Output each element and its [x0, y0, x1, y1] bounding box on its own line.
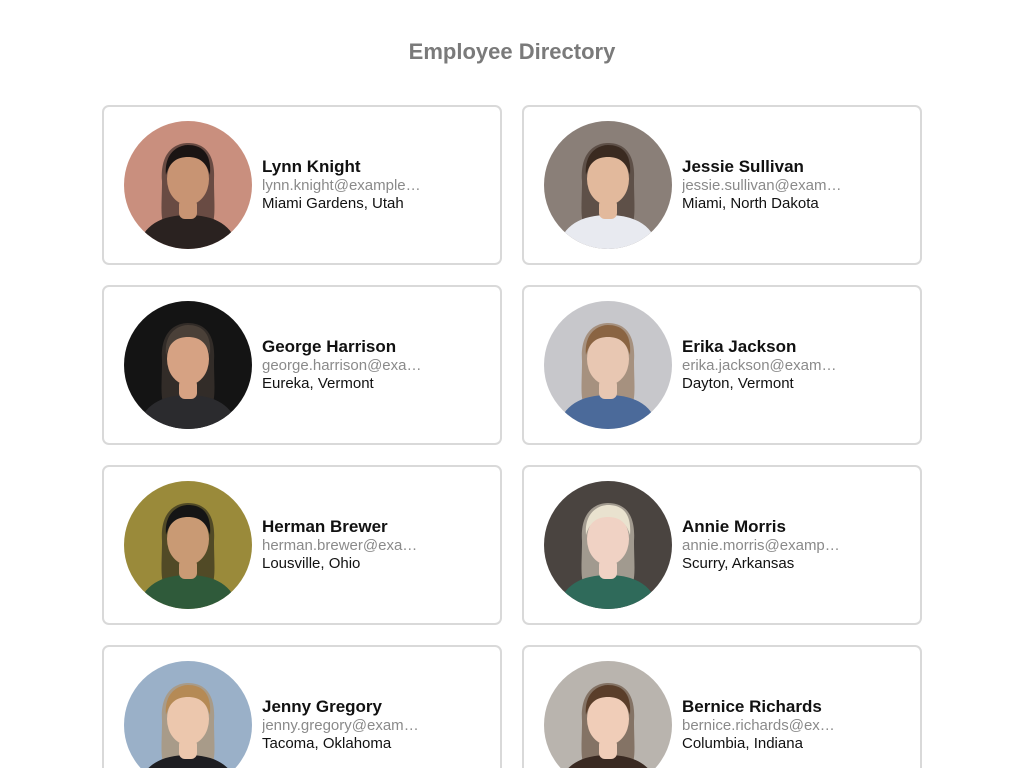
employee-info: Erika Jackson erika.jackson@example.com … [682, 337, 862, 393]
employee-info: Jessie Sullivan jessie.sullivan@example.… [682, 157, 862, 213]
employee-name: Jenny Gregory [262, 697, 382, 716]
employee-location: Columbia, Indiana [682, 735, 803, 752]
portrait-photo-icon [544, 121, 672, 249]
employee-name: Erika Jackson [682, 337, 797, 356]
employee-avatar [544, 121, 672, 249]
employee-card[interactable]: Erika Jackson erika.jackson@example.com … [522, 285, 922, 445]
employee-name: Lynn Knight [262, 157, 361, 176]
employee-info: George Harrison george.harrison@example.… [262, 337, 442, 393]
employee-card[interactable]: Annie Morris annie.morris@example.com Sc… [522, 465, 922, 625]
page-title: Employee Directory [408, 39, 616, 64]
employee-name: Herman Brewer [262, 517, 388, 536]
employee-location: Tacoma, Oklahoma [262, 735, 392, 752]
employee-name: Annie Morris [682, 517, 786, 536]
portrait-photo-icon [544, 481, 672, 609]
employee-name: Jessie Sullivan [682, 157, 804, 176]
employee-name: George Harrison [262, 337, 397, 356]
portrait-photo-icon [124, 481, 252, 609]
employee-email[interactable]: bernice.richards@example.com [682, 717, 842, 735]
portrait-photo-icon [544, 301, 672, 429]
employee-avatar [544, 481, 672, 609]
employee-info: Lynn Knight lynn.knight@example.com Miam… [262, 157, 442, 213]
employee-location: Scurry, Arkansas [682, 555, 795, 572]
employee-card[interactable]: Lynn Knight lynn.knight@example.com Miam… [102, 105, 502, 265]
employee-card[interactable]: Jessie Sullivan jessie.sullivan@example.… [522, 105, 922, 265]
employee-info: Annie Morris annie.morris@example.com Sc… [682, 517, 862, 573]
employee-email[interactable]: george.harrison@example.com [262, 357, 422, 375]
employee-card[interactable]: Jenny Gregory jenny.gregory@example.com … [102, 645, 502, 768]
portrait-photo-icon [544, 661, 672, 768]
employee-email[interactable]: herman.brewer@example.com [262, 537, 422, 555]
employee-location: Dayton, Vermont [682, 375, 794, 392]
employee-card[interactable]: George Harrison george.harrison@example.… [102, 285, 502, 445]
employee-location: Eureka, Vermont [262, 375, 374, 392]
portrait-photo-icon [124, 121, 252, 249]
employee-info: Herman Brewer herman.brewer@example.com … [262, 517, 442, 573]
employee-card[interactable]: Herman Brewer herman.brewer@example.com … [102, 465, 502, 625]
portrait-photo-icon [124, 661, 252, 768]
portrait-photo-icon [124, 301, 252, 429]
employee-email[interactable]: annie.morris@example.com [682, 537, 842, 555]
employee-avatar [544, 661, 672, 768]
employee-avatar [124, 301, 252, 429]
employee-grid: Lynn Knight lynn.knight@example.com Miam… [102, 105, 922, 768]
employee-email[interactable]: jenny.gregory@example.com [262, 717, 422, 735]
employee-avatar [124, 661, 252, 768]
employee-info: Bernice Richards bernice.richards@exampl… [682, 697, 862, 753]
employee-location: Miami Gardens, Utah [262, 195, 404, 212]
employee-avatar [124, 121, 252, 249]
employee-directory-page: Employee Directory Lynn Knight lynn.knig… [0, 0, 1024, 768]
employee-avatar [544, 301, 672, 429]
employee-location: Lousville, Ohio [262, 555, 361, 572]
employee-email[interactable]: erika.jackson@example.com [682, 357, 842, 375]
employee-info: Jenny Gregory jenny.gregory@example.com … [262, 697, 442, 753]
employee-name: Bernice Richards [682, 697, 822, 716]
employee-location: Miami, North Dakota [682, 195, 819, 212]
employee-email[interactable]: lynn.knight@example.com [262, 177, 422, 195]
employee-email[interactable]: jessie.sullivan@example.com [682, 177, 842, 195]
employee-avatar [124, 481, 252, 609]
employee-card[interactable]: Bernice Richards bernice.richards@exampl… [522, 645, 922, 768]
